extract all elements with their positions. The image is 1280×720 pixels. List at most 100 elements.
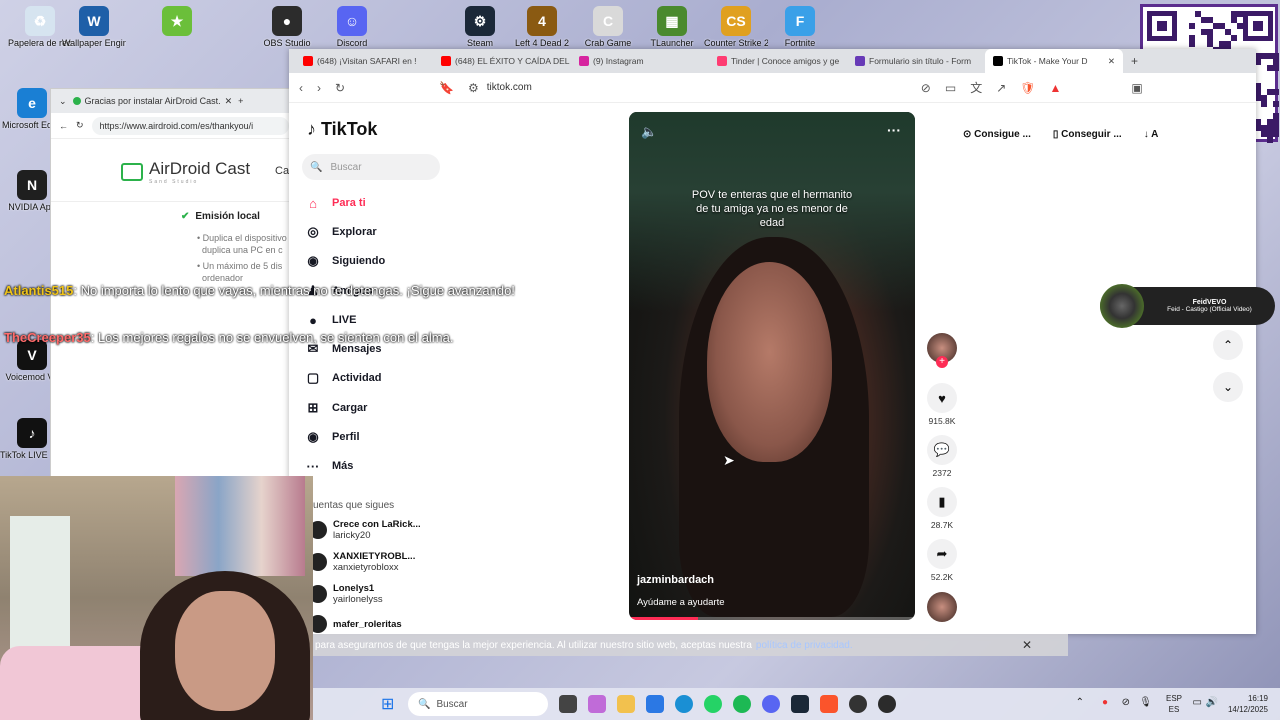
airdroid-logo[interactable]: AirDroid Cast Sand Studio: [121, 159, 250, 185]
desktop-icon[interactable]: 4 Left 4 Dead 2: [510, 6, 574, 48]
desktop-icon[interactable]: ☺ Discord: [320, 6, 384, 48]
fortnite-icon: F: [785, 6, 815, 36]
brave-rewards-icon[interactable]: ▲: [1050, 81, 1062, 95]
browser-tab[interactable]: Tinder | Conoce amigos y ge: [709, 49, 847, 73]
follow-plus-icon[interactable]: +: [936, 356, 948, 368]
taskbar-app-icon[interactable]: [878, 695, 896, 713]
url-field[interactable]: tiktok.com: [487, 82, 907, 93]
nav-item-parati[interactable]: ⌂ Para ti: [304, 194, 366, 212]
bookmark-icon[interactable]: 🔖: [439, 81, 454, 95]
desktop-icon[interactable]: ● OBS Studio: [255, 6, 319, 48]
nav-item-actividad[interactable]: ▢ Actividad: [304, 369, 382, 387]
new-tab-icon[interactable]: +: [1131, 54, 1138, 68]
browser-tab[interactable]: (9) Instagram: [571, 49, 709, 73]
taskbar-search[interactable]: 🔍 Buscar: [408, 692, 548, 716]
browser-tab[interactable]: (648) EL ÉXITO Y CAÍDA DEL: [433, 49, 571, 73]
nav-item-cargar[interactable]: ⊞ Cargar: [304, 399, 368, 417]
nav-item-siguiendo[interactable]: ◉ Siguiendo: [304, 252, 385, 270]
desktop-icon[interactable]: C Crab Game: [576, 6, 640, 48]
browser-tab[interactable]: (648) ¡Visitan SAFARI en !: [295, 49, 433, 73]
get-coins-button[interactable]: ⊙ Consigue ...: [957, 125, 1037, 144]
share-button[interactable]: ➦ 52.2K: [925, 539, 959, 582]
search-input[interactable]: 🔍 Buscar: [302, 154, 440, 180]
video-progress-bar[interactable]: [629, 617, 915, 620]
back-icon[interactable]: ←: [59, 121, 68, 131]
heart-button[interactable]: ♥ 915.8K: [925, 383, 959, 426]
share-icon[interactable]: ↗: [996, 81, 1006, 95]
following-avatar-icon: ◉: [307, 253, 319, 268]
reload-icon[interactable]: ↻: [335, 81, 345, 95]
next-video-button[interactable]: ⌄: [1213, 372, 1243, 402]
volume-icon[interactable]: 🔈: [641, 124, 657, 140]
no-sound-icon[interactable]: ⊘: [1122, 697, 1130, 708]
video-player[interactable]: 🔈 ··· POV te enteras que el hermanito de…: [629, 112, 915, 620]
steam-icon[interactable]: [791, 695, 809, 713]
back-icon[interactable]: ‹: [299, 81, 303, 95]
edge-icon[interactable]: [675, 695, 693, 713]
desktop-icon[interactable]: ⚙ Steam: [448, 6, 512, 48]
windows-start-icon[interactable]: ⊞: [381, 694, 394, 714]
clock[interactable]: 16:19 14/12/2025: [1228, 693, 1268, 715]
language-indicator[interactable]: ESP ES: [1166, 693, 1182, 715]
brave-icon[interactable]: [820, 695, 838, 713]
sound-avatar[interactable]: [925, 592, 959, 625]
desktop-icon[interactable]: ★: [145, 6, 209, 38]
sidebar-icon[interactable]: ▣: [1131, 81, 1142, 95]
close-icon[interactable]: ✕: [1022, 638, 1032, 652]
spotify-icon[interactable]: [733, 695, 751, 713]
new-tab-icon[interactable]: +: [238, 96, 243, 106]
nav-item-perfil[interactable]: ◉ Perfil: [304, 428, 359, 446]
whatsapp-icon[interactable]: [704, 695, 722, 713]
followed-account[interactable]: mafer_roleritas: [309, 615, 402, 633]
followed-account[interactable]: Lonelys1 yairlonelyss: [309, 583, 383, 605]
microphone-icon[interactable]: 🎙: [1139, 697, 1152, 708]
chevron-down-icon[interactable]: ⌄: [59, 96, 67, 107]
more-options-icon[interactable]: ···: [887, 122, 901, 138]
desktop-icon[interactable]: W Wallpaper Engine: [62, 6, 126, 48]
desktop-icon[interactable]: ▦ TLauncher: [640, 6, 704, 48]
activity-icon: ▢: [306, 370, 320, 385]
airdroid-tab[interactable]: Gracias por instalar AirDroid Cast. ✕: [72, 96, 233, 107]
nav-item-ms[interactable]: ··· Más: [304, 457, 354, 475]
forward-icon[interactable]: ›: [317, 81, 321, 95]
followed-account[interactable]: XANXIETYROBL... xanxietyrobloxx: [309, 551, 415, 573]
previous-video-button[interactable]: ⌃: [1213, 330, 1243, 360]
discord-icon[interactable]: [762, 695, 780, 713]
tray-app-icon[interactable]: ●: [1102, 697, 1108, 708]
translate-icon[interactable]: 文: [970, 79, 982, 96]
site-info-icon[interactable]: ⚙: [468, 81, 479, 95]
volume-icon[interactable]: 🔊: [1206, 697, 1218, 708]
comment-button[interactable]: 💬 2372: [925, 435, 959, 478]
browser-tab[interactable]: Formulario sin título - Form: [847, 49, 985, 73]
creator-avatar[interactable]: +: [925, 333, 959, 368]
privacy-policy-link[interactable]: política de privacidad.: [756, 640, 853, 651]
reload-icon[interactable]: ↻: [76, 120, 84, 131]
cast-icon[interactable]: ▭: [945, 81, 956, 95]
brave-shield-icon[interactable]: 🛡: [1020, 81, 1035, 95]
close-icon[interactable]: ✕: [1108, 56, 1115, 67]
obs-icon[interactable]: [849, 695, 867, 713]
nav-item-explorar[interactable]: ◎ Explorar: [304, 223, 376, 241]
tab-tiktok-active[interactable]: TikTok - Make Your D ✕: [985, 49, 1123, 73]
download-button[interactable]: ↓ A: [1138, 125, 1165, 144]
music-widget[interactable]: FeidVEVO Feid - Castigo (Official Video): [1100, 284, 1275, 328]
airdroid-nav-partial[interactable]: Ca: [275, 165, 289, 177]
airdroid-url-field[interactable]: https://www.airdroid.com/es/thankyou/i: [91, 116, 289, 135]
followed-account[interactable]: Crece con LaRick... laricky20: [309, 519, 421, 541]
video-username[interactable]: jazminbardach: [637, 574, 714, 586]
airdroid-tab-title: Gracias por instalar AirDroid Cast.: [84, 96, 221, 106]
desktop-icon[interactable]: F Fortnite: [768, 6, 832, 48]
bookmark-button[interactable]: ▮ 28.7K: [925, 487, 959, 530]
task-view-icon[interactable]: [559, 695, 577, 713]
file-explorer-icon[interactable]: [617, 695, 635, 713]
copilot-icon[interactable]: [588, 695, 606, 713]
monitor-icon[interactable]: ▭: [1193, 697, 1202, 708]
chevron-up-icon[interactable]: ⌃: [1076, 697, 1084, 708]
nav-item-live[interactable]: ● LIVE: [304, 311, 356, 329]
desktop-icon[interactable]: CS Counter Strike 2: [704, 6, 768, 48]
tiktok-logo[interactable]: ♪ TikTok: [307, 119, 377, 140]
get-app-button[interactable]: ▯ Conseguir ...: [1047, 125, 1128, 144]
no-video-icon[interactable]: ⊘: [921, 81, 931, 95]
store-icon[interactable]: [646, 695, 664, 713]
close-icon[interactable]: ✕: [225, 96, 233, 107]
